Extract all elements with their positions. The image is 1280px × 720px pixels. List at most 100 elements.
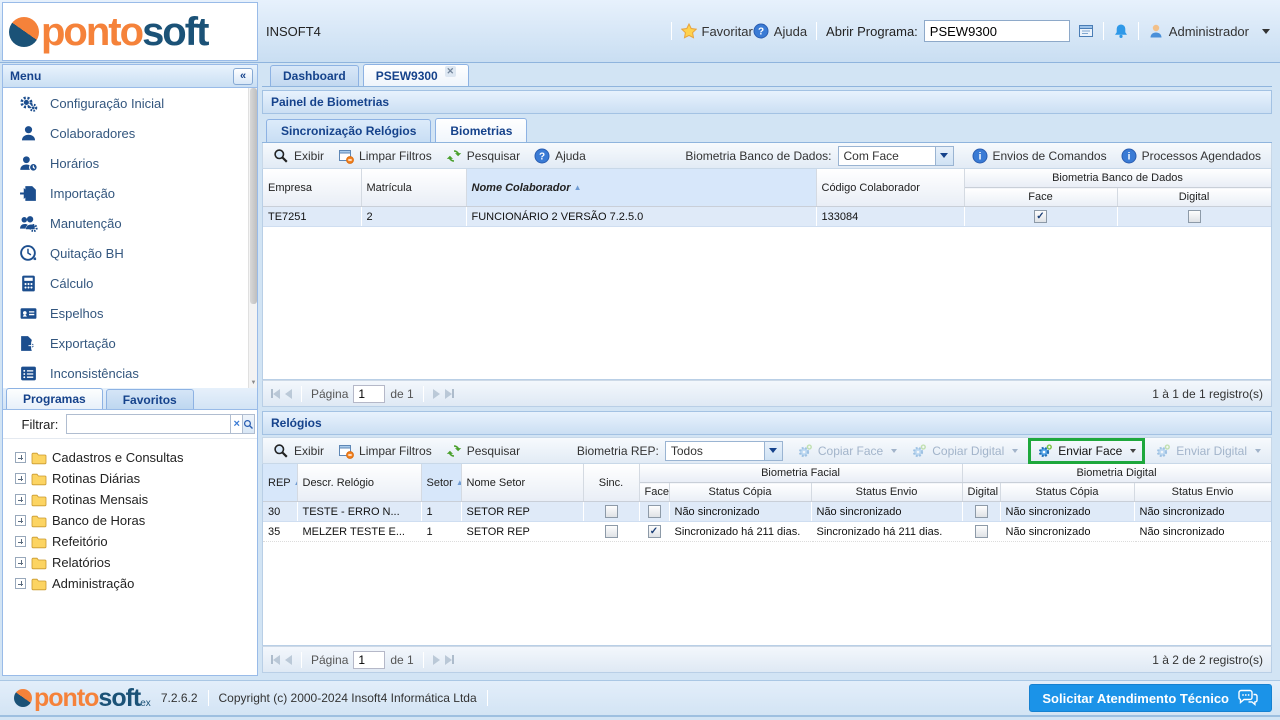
tab-close-icon[interactable]: ✕	[445, 66, 456, 77]
sidebar-collapse-button[interactable]: «	[233, 68, 253, 85]
filter-input[interactable]	[66, 414, 231, 434]
digital-checkbox[interactable]	[1188, 210, 1201, 223]
combo-chevron-icon[interactable]	[765, 441, 783, 461]
tree-node-banco-de-horas[interactable]: Banco de Horas	[3, 510, 257, 531]
face-checkbox[interactable]: ✓	[648, 525, 661, 538]
digital-checkbox[interactable]	[975, 505, 988, 518]
table-row[interactable]: TE7251 2 FUNCIONÁRIO 2 VERSÃO 7.2.5.0 13…	[263, 207, 1271, 227]
tab-favoritos[interactable]: Favoritos	[106, 389, 194, 409]
col-nome-colaborador[interactable]: Nome Colaborador ▲	[466, 169, 816, 207]
expand-icon[interactable]	[15, 578, 26, 589]
combo-chevron-icon[interactable]	[936, 146, 954, 166]
col-sinc[interactable]: Sinc.	[583, 464, 639, 502]
first-page-button[interactable]	[271, 386, 280, 402]
digital-checkbox[interactable]	[975, 525, 988, 538]
col-face[interactable]: Face	[639, 483, 669, 502]
next-page-button[interactable]	[433, 652, 440, 668]
scrollbar-thumb[interactable]	[250, 88, 257, 304]
pesquisar-button[interactable]: Pesquisar	[442, 441, 524, 461]
sidebar-scrollbar[interactable]: ▼	[248, 88, 257, 388]
tab-programas[interactable]: Programas	[6, 388, 103, 409]
sidebar-item-importacao[interactable]: Importação	[3, 178, 257, 208]
col-status-copia-facial[interactable]: Status Cópia	[669, 483, 811, 502]
sidebar-item-exportacao[interactable]: Exportação	[3, 328, 257, 358]
tree-node-administracao[interactable]: Administração	[3, 573, 257, 594]
prev-page-button[interactable]	[285, 386, 292, 402]
sidebar-item-colaboradores[interactable]: Colaboradores	[3, 118, 257, 148]
enviar-face-button[interactable]: Enviar Face	[1033, 441, 1140, 461]
sidebar-item-calculo[interactable]: Cálculo	[3, 268, 257, 298]
col-empresa[interactable]: Empresa	[263, 169, 361, 207]
expand-icon[interactable]	[15, 494, 26, 505]
exibir-button[interactable]: Exibir	[269, 146, 328, 166]
first-page-button[interactable]	[271, 652, 280, 668]
ajuda-button[interactable]: ? Ajuda	[530, 146, 590, 166]
filter-search-button[interactable]	[243, 414, 255, 434]
expand-icon[interactable]	[15, 515, 26, 526]
copiar-face-button[interactable]: Copiar Face	[793, 441, 901, 461]
open-program-input[interactable]	[924, 20, 1070, 42]
table-row[interactable]: 35 MELZER TESTE E... 1 SETOR REP ✓ Sincr…	[263, 522, 1271, 542]
limpar-filtros-button[interactable]: Limpar Filtros	[334, 441, 436, 461]
col-rep[interactable]: REP ▲	[263, 464, 297, 502]
col-status-copia-digital[interactable]: Status Cópia	[1000, 483, 1134, 502]
col-nome-setor[interactable]: Nome Setor	[461, 464, 583, 502]
tree-node-rotinas-mensais[interactable]: Rotinas Mensais	[3, 489, 257, 510]
col-descr-relogio[interactable]: Descr. Relógio	[297, 464, 421, 502]
tab-dashboard[interactable]: Dashboard	[270, 65, 359, 86]
expand-icon[interactable]	[15, 452, 26, 463]
pesquisar-button[interactable]: Pesquisar	[442, 146, 524, 166]
help-button[interactable]: ? Ajuda	[753, 23, 807, 39]
page-number-input[interactable]	[353, 385, 385, 403]
tab-psew9300[interactable]: PSEW9300 ✕	[363, 64, 469, 86]
col-matricula[interactable]: Matrícula	[361, 169, 466, 207]
tree-node-refeitorio[interactable]: Refeitório	[3, 531, 257, 552]
col-codigo-colaborador[interactable]: Código Colaborador	[816, 169, 964, 207]
expand-icon[interactable]	[15, 536, 26, 547]
favorite-button[interactable]: Favoritar	[681, 23, 753, 39]
last-page-button[interactable]	[445, 386, 454, 402]
col-setor[interactable]: Setor ▲	[421, 464, 461, 502]
exibir-button[interactable]: Exibir	[269, 441, 328, 461]
processos-agendados-button[interactable]: i Processos Agendados	[1117, 146, 1265, 166]
face-checkbox[interactable]: ✓	[1034, 210, 1047, 223]
biometria-db-combo[interactable]: Com Face	[838, 146, 954, 166]
col-face[interactable]: Face	[964, 188, 1117, 207]
next-page-button[interactable]	[433, 386, 440, 402]
page-number-input[interactable]	[353, 651, 385, 669]
col-digital[interactable]: Digital	[962, 483, 1000, 502]
sidebar-item-manutencao[interactable]: Manutenção	[3, 208, 257, 238]
tree-node-cadastros[interactable]: Cadastros e Consultas	[3, 447, 257, 468]
scrollbar-down-arrow[interactable]: ▼	[250, 379, 257, 387]
last-page-button[interactable]	[445, 652, 454, 668]
notifications-bell-icon[interactable]	[1113, 23, 1129, 39]
user-menu[interactable]: Administrador	[1148, 23, 1270, 39]
expand-icon[interactable]	[15, 473, 26, 484]
expand-icon[interactable]	[15, 557, 26, 568]
col-status-envio-facial[interactable]: Status Envio	[811, 483, 962, 502]
limpar-filtros-button[interactable]: Limpar Filtros	[334, 146, 436, 166]
filter-clear-button[interactable]: ×	[231, 414, 243, 434]
sidebar-item-inconsistencias[interactable]: Inconsistências	[3, 358, 257, 388]
biometria-rep-combo[interactable]: Todos	[665, 441, 783, 461]
face-checkbox[interactable]	[648, 505, 661, 518]
program-window-icon[interactable]	[1078, 23, 1094, 39]
combo-value[interactable]: Com Face	[838, 146, 936, 166]
sinc-checkbox[interactable]	[605, 525, 618, 538]
support-button[interactable]: Solicitar Atendimento Técnico	[1029, 684, 1272, 712]
sidebar-item-configuracao-inicial[interactable]: Configuração Inicial	[3, 88, 257, 118]
combo-value[interactable]: Todos	[665, 441, 765, 461]
subtab-sincronizacao-relogios[interactable]: Sincronização Relógios	[266, 119, 431, 142]
sidebar-item-espelhos[interactable]: Espelhos	[3, 298, 257, 328]
tree-node-relatorios[interactable]: Relatórios	[3, 552, 257, 573]
col-digital[interactable]: Digital	[1117, 188, 1271, 207]
sidebar-item-horarios[interactable]: Horários	[3, 148, 257, 178]
envios-de-comandos-button[interactable]: i Envios de Comandos	[968, 146, 1111, 166]
sinc-checkbox[interactable]	[605, 505, 618, 518]
table-row[interactable]: 30 TESTE - ERRO N... 1 SETOR REP Não sin…	[263, 502, 1271, 522]
copiar-digital-button[interactable]: Copiar Digital	[907, 441, 1022, 461]
col-status-envio-digital[interactable]: Status Envio	[1134, 483, 1271, 502]
subtab-biometrias[interactable]: Biometrias	[435, 118, 527, 142]
sidebar-item-quitacao-bh[interactable]: Quitação BH	[3, 238, 257, 268]
prev-page-button[interactable]	[285, 652, 292, 668]
